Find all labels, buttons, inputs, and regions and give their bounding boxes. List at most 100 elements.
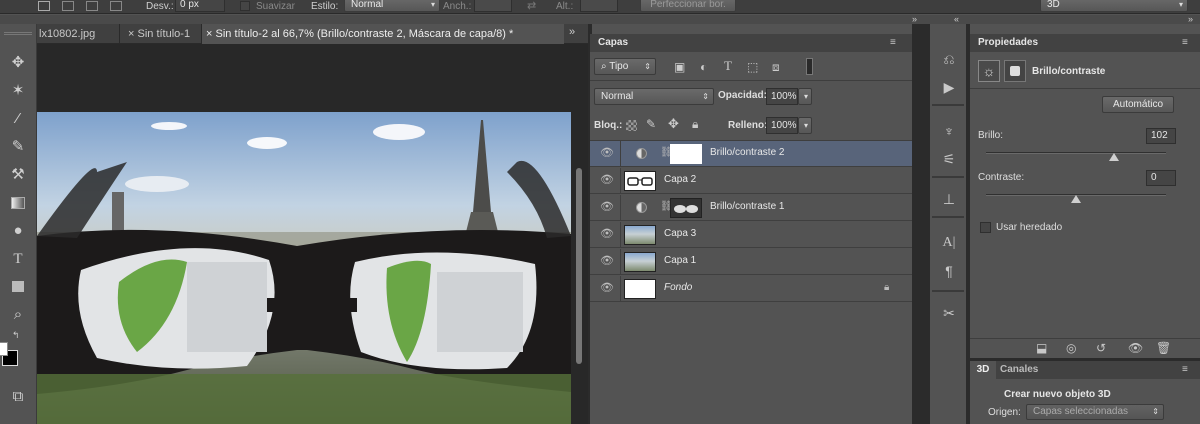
- filter-type-icon[interactable]: T: [724, 58, 732, 74]
- collapse-icon[interactable]: «: [954, 14, 959, 24]
- view-previous-icon[interactable]: ◎: [1066, 341, 1076, 355]
- suavizar-checkbox[interactable]: [240, 1, 250, 11]
- lock-paint-icon[interactable]: ✎: [646, 117, 656, 131]
- brightness-slider-knob[interactable]: [1108, 153, 1119, 161]
- mask-icon[interactable]: [1004, 60, 1026, 82]
- eye-icon[interactable]: 👁︎: [600, 146, 614, 159]
- selection-intersect-icon[interactable]: [110, 1, 122, 11]
- legacy-checkbox[interactable]: [980, 222, 991, 233]
- play-icon[interactable]: ▶: [938, 78, 960, 96]
- brightness-input[interactable]: 102: [1146, 128, 1176, 144]
- selection-subtract-icon[interactable]: [86, 1, 98, 11]
- layers-panel-title: Capas: [598, 37, 629, 48]
- doc-tab-active[interactable]: × Sin título-2 al 66,7% (Brillo/contrast…: [202, 24, 564, 44]
- eye-icon[interactable]: 👁︎: [600, 227, 614, 240]
- doc-tab[interactable]: × Sin título-1: [120, 24, 202, 44]
- contrast-input[interactable]: 0: [1146, 170, 1176, 186]
- dock-divider: [932, 216, 964, 218]
- selection-add-icon[interactable]: [62, 1, 74, 11]
- origin-select[interactable]: Capas seleccionadas ⇕: [1026, 404, 1164, 420]
- fill-input[interactable]: 100%: [766, 117, 798, 134]
- layer-row[interactable]: 👁︎ Fondo 🔒︎: [590, 276, 912, 302]
- layer-thumbnail[interactable]: [624, 252, 656, 272]
- blend-mode-select[interactable]: Normal ⇕: [594, 88, 714, 105]
- layer-mask-thumbnail[interactable]: [670, 198, 702, 218]
- lock-transparent-icon[interactable]: [626, 120, 637, 131]
- filter-shape-icon[interactable]: ⬚: [747, 60, 758, 74]
- desv-input[interactable]: 0 px: [175, 0, 225, 12]
- opacity-dropdown[interactable]: ▾: [798, 88, 812, 105]
- stamp-icon[interactable]: ⚒: [8, 166, 28, 184]
- zoom-icon[interactable]: ⌕: [8, 306, 28, 324]
- panel-menu-icon[interactable]: ≡: [890, 37, 896, 48]
- workspace-select[interactable]: 3D ▾: [1040, 0, 1188, 12]
- tool-presets-icon[interactable]: ⚟: [938, 150, 960, 168]
- paragraph-icon[interactable]: ¶: [938, 262, 960, 280]
- eyedropper-icon[interactable]: ⁄: [8, 110, 28, 128]
- fill-dropdown[interactable]: ▾: [798, 117, 812, 134]
- character-icon[interactable]: A|: [938, 234, 960, 252]
- brightness-slider-track[interactable]: [986, 152, 1166, 154]
- eye-icon[interactable]: 👁︎: [600, 254, 614, 267]
- tab-overflow-icon[interactable]: »: [569, 26, 575, 38]
- layer-row[interactable]: 👁︎ Capa 2: [590, 168, 912, 194]
- history-icon[interactable]: ⎌: [938, 50, 960, 68]
- lock-all-icon[interactable]: 🔒︎: [692, 117, 698, 132]
- panel-menu-icon[interactable]: ≡: [1182, 37, 1188, 48]
- tools-icon[interactable]: ✂: [938, 304, 960, 322]
- tab-3d[interactable]: 3D: [970, 361, 996, 379]
- contrast-slider-knob[interactable]: [1071, 195, 1081, 203]
- reset-icon[interactable]: ↺: [1096, 341, 1106, 355]
- collapse-icon[interactable]: »: [912, 14, 917, 24]
- layer-thumbnail[interactable]: [624, 171, 656, 191]
- foreground-color-swatch[interactable]: [0, 342, 8, 356]
- rectangle-icon[interactable]: [8, 278, 28, 296]
- swap-colors-icon[interactable]: ↰: [12, 330, 20, 341]
- document-canvas[interactable]: [37, 112, 571, 424]
- estilo-select[interactable]: Normal ▾: [344, 0, 440, 12]
- magic-wand-icon[interactable]: ✶: [8, 82, 28, 100]
- anch-input[interactable]: [474, 0, 512, 12]
- panel-menu-icon[interactable]: ≡: [1182, 364, 1188, 375]
- trash-icon[interactable]: 🗑︎: [1156, 341, 1171, 355]
- blur-icon[interactable]: ●: [8, 222, 28, 240]
- properties-panel-tab[interactable]: Propiedades: [970, 34, 1200, 52]
- layer-row[interactable]: 👁︎ Capa 1: [590, 249, 912, 275]
- eye-icon[interactable]: 👁︎: [600, 200, 614, 213]
- screen-mode-icon[interactable]: ⧉: [8, 388, 28, 406]
- refine-edge-button[interactable]: Perfeccionar bor.: [640, 0, 736, 12]
- lock-move-icon[interactable]: ✥: [668, 116, 679, 132]
- layer-thumbnail[interactable]: [624, 279, 656, 299]
- layer-thumbnail[interactable]: [624, 225, 656, 245]
- filter-pixel-icon[interactable]: ▣: [674, 60, 685, 74]
- gradient-icon[interactable]: [8, 194, 28, 212]
- filter-toggle[interactable]: [806, 58, 813, 75]
- filter-smartobject-icon[interactable]: ⧈: [772, 60, 780, 75]
- filter-kind-select[interactable]: ⌕ Tipo ⇕: [594, 58, 656, 75]
- tab-channels[interactable]: Canales: [1000, 361, 1050, 379]
- brush-icon[interactable]: ✎: [8, 138, 28, 156]
- layer-row[interactable]: 👁︎ ⛓︎ Brillo/contraste 2: [590, 141, 912, 167]
- eye-icon[interactable]: 👁︎: [600, 281, 614, 294]
- filter-adjustment-icon[interactable]: ◐: [700, 60, 707, 74]
- collapse-icon[interactable]: »: [1188, 14, 1193, 24]
- auto-button[interactable]: Automático: [1102, 96, 1174, 113]
- swap-icon[interactable]: ⇄: [527, 0, 536, 12]
- clip-to-layer-icon[interactable]: ⬓: [1036, 341, 1047, 355]
- eye-icon[interactable]: 👁︎: [600, 173, 614, 186]
- type-icon[interactable]: T: [8, 250, 28, 268]
- layer-row[interactable]: 👁︎ ⛓︎ Brillo/contraste 1: [590, 195, 912, 221]
- layers-panel-tab[interactable]: Capas: [590, 34, 912, 52]
- move-icon[interactable]: ✥: [8, 54, 28, 72]
- eye-icon[interactable]: 👁︎: [1128, 341, 1143, 355]
- layer-row[interactable]: 👁︎ Capa 3: [590, 222, 912, 248]
- selection-mode-icon[interactable]: [38, 1, 50, 11]
- alt-input[interactable]: [580, 0, 618, 12]
- clone-source-icon[interactable]: ⊥: [938, 190, 960, 208]
- doc-tab[interactable]: lx10802.jpg: [37, 24, 120, 44]
- estilo-label: Estilo:: [311, 1, 339, 12]
- canvas-scrollbar[interactable]: [576, 168, 582, 364]
- opacity-input[interactable]: 100%: [766, 88, 798, 105]
- layer-mask-thumbnail[interactable]: [670, 144, 702, 164]
- brush-presets-icon[interactable]: ♆: [938, 122, 960, 140]
